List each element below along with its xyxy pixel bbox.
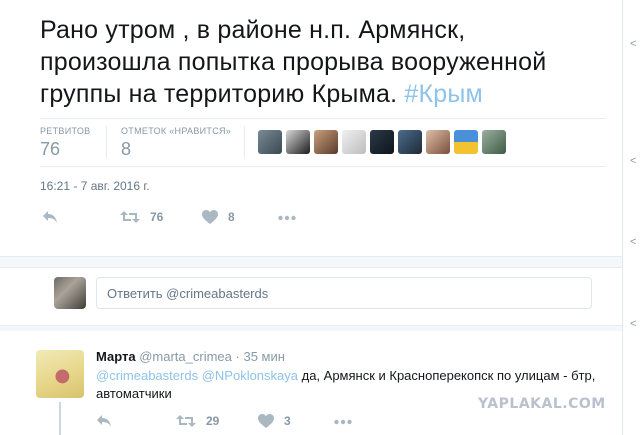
retweet-count: 76: [150, 210, 164, 224]
more-button[interactable]: [334, 414, 352, 428]
liker-avatar[interactable]: [426, 130, 450, 154]
like-button[interactable]: 8: [202, 210, 235, 224]
retweets-stat[interactable]: РЕТВИТОВ 76: [40, 126, 90, 160]
section-separator: [0, 256, 622, 268]
retweets-count: 76: [40, 139, 61, 159]
liker-avatar[interactable]: [482, 130, 506, 154]
reply-placeholder: Ответить @crimeabasterds: [107, 286, 269, 301]
reply-header: Марта @marta_crimea · 35 мин: [96, 349, 285, 364]
likes-count: 8: [121, 139, 132, 159]
retweet-icon: [120, 211, 140, 223]
retweet-button[interactable]: 76: [120, 210, 163, 224]
edge-chevron-icon: <: [630, 318, 637, 330]
section-separator: [0, 325, 622, 331]
edge-chevron-icon: <: [630, 155, 637, 167]
likes-stat[interactable]: ОТМЕТОК «НРАВИТСЯ» 8: [121, 126, 231, 160]
retweet-icon: [176, 415, 196, 427]
more-icon: [334, 419, 352, 425]
like-count: 8: [228, 210, 235, 224]
liker-avatar[interactable]: [398, 130, 422, 154]
liker-avatar[interactable]: [454, 130, 478, 154]
liker-avatar[interactable]: [342, 130, 366, 154]
retweet-button[interactable]: 29: [176, 414, 219, 428]
stat-separator: [106, 126, 107, 158]
more-icon: [278, 215, 296, 221]
like-count: 3: [284, 414, 291, 428]
current-user-avatar: [54, 277, 86, 309]
reply-author-handle[interactable]: @marta_crimea: [139, 349, 232, 364]
reply-icon: [43, 211, 57, 223]
reply-input[interactable]: Ответить @crimeabasterds: [96, 277, 592, 309]
stats-divider: [40, 118, 606, 119]
retweets-label: РЕТВИТОВ: [40, 126, 91, 136]
right-edge-divider: [622, 0, 623, 435]
stat-separator: [244, 126, 245, 158]
watermark: YAPLAKAL.COM: [478, 396, 606, 412]
reply-icon: [97, 415, 111, 427]
reply-dot: ·: [235, 349, 240, 364]
tweet-text: Рано утром , в районе н.п. Армянск, прои…: [40, 14, 600, 110]
likes-label: ОТМЕТОК «НРАВИТСЯ»: [121, 126, 232, 136]
edge-chevron-icon: <: [630, 38, 637, 50]
mention-link[interactable]: @crimeabasterds: [96, 368, 198, 383]
liker-avatar[interactable]: [286, 130, 310, 154]
heart-icon: [258, 414, 274, 428]
reply-author-name[interactable]: Марта: [96, 349, 136, 364]
reply-button[interactable]: [42, 210, 58, 224]
retweet-count: 29: [206, 414, 220, 428]
more-button[interactable]: [278, 210, 296, 224]
reply-button[interactable]: [96, 414, 112, 428]
stats-divider: [40, 166, 606, 167]
liker-avatar[interactable]: [314, 130, 338, 154]
liker-avatar[interactable]: [258, 130, 282, 154]
mention-link[interactable]: @NPoklonskaya: [202, 368, 298, 383]
like-button[interactable]: 3: [258, 414, 291, 428]
reply-time[interactable]: 35 мин: [243, 349, 284, 364]
heart-icon: [202, 210, 218, 224]
reply-author-avatar[interactable]: [36, 350, 84, 398]
tweet-timestamp[interactable]: 16:21 - 7 авг. 2016 г.: [40, 179, 150, 193]
thread-line: [59, 402, 61, 435]
hashtag-link[interactable]: #Крым: [404, 80, 483, 108]
edge-chevron-icon: <: [630, 236, 637, 248]
liker-avatar[interactable]: [370, 130, 394, 154]
